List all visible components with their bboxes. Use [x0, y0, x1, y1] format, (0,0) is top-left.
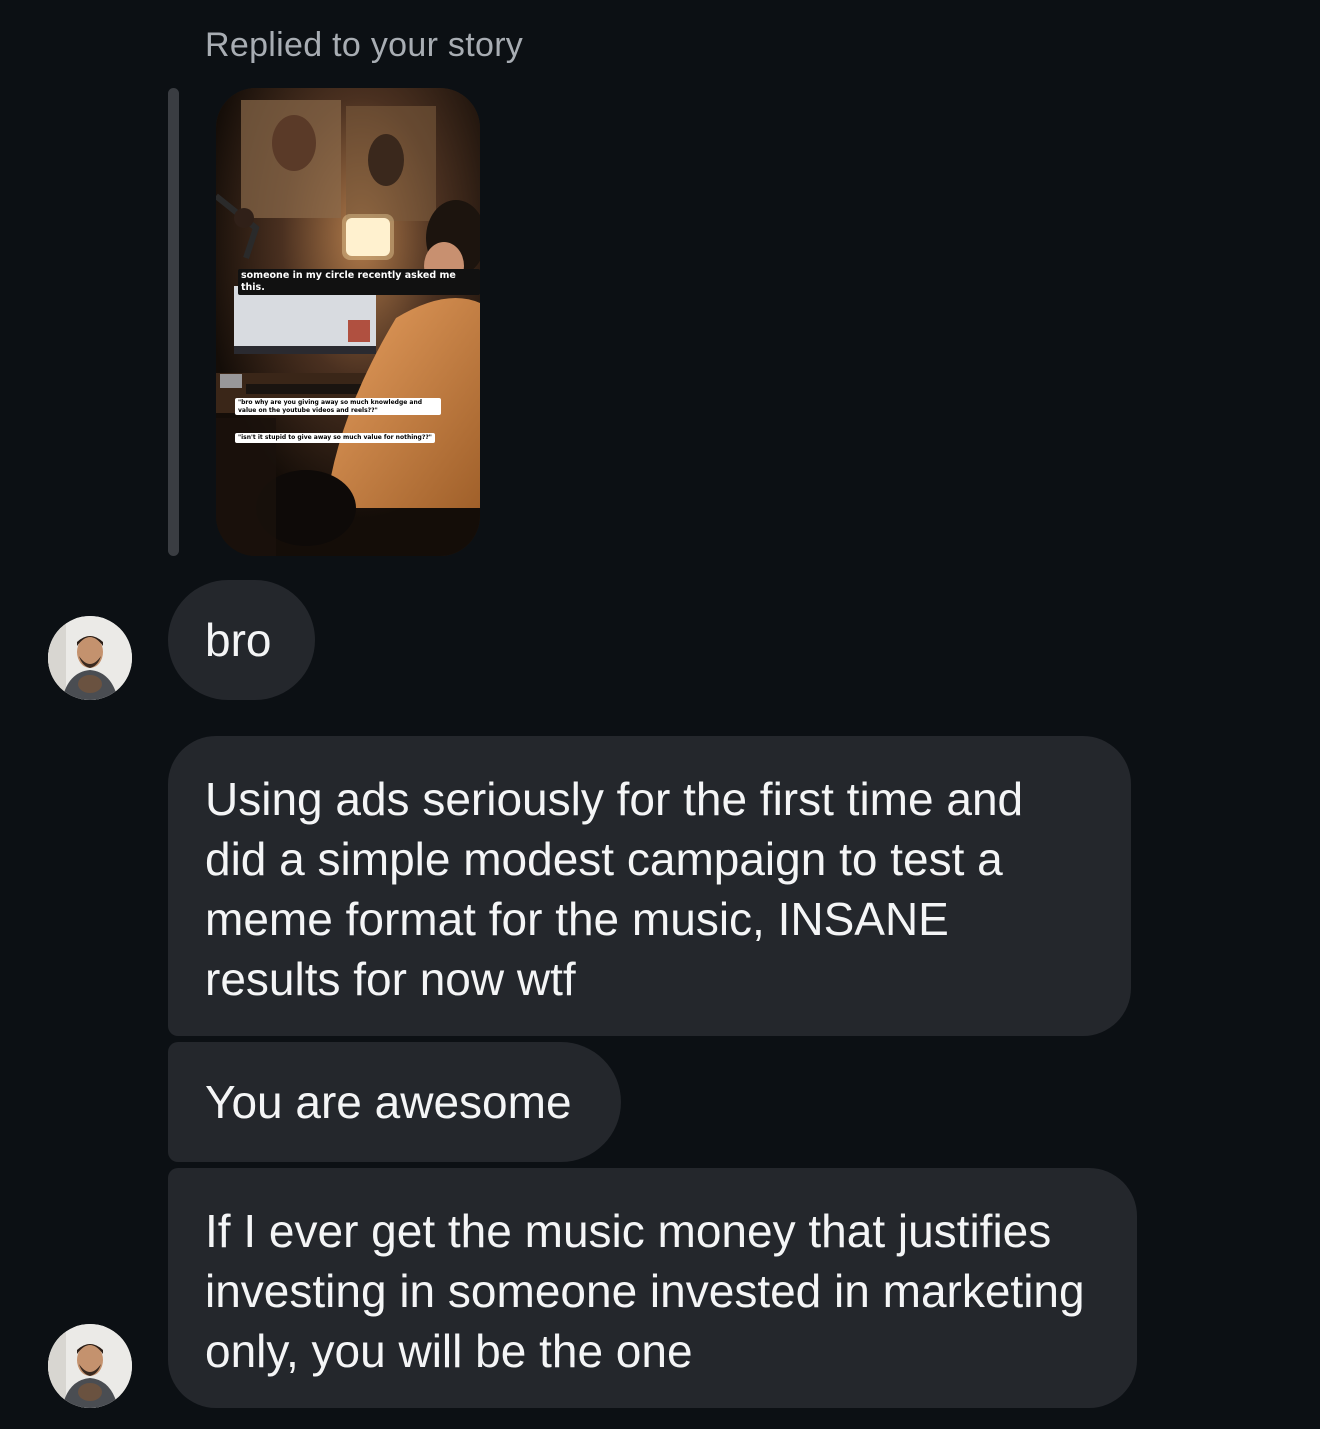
sender-avatar[interactable] — [48, 616, 132, 700]
story-caption-3: "isn't it stupid to give away so much va… — [235, 433, 435, 443]
user-avatar-icon — [48, 1324, 132, 1408]
message-bubble[interactable]: Using ads seriously for the first time a… — [168, 736, 1131, 1036]
message-bubble[interactable]: You are awesome — [168, 1042, 621, 1162]
sender-avatar[interactable] — [48, 1324, 132, 1408]
story-caption-2: "bro why are you giving away so much kno… — [235, 398, 441, 415]
message-text: Using ads seriously for the first time a… — [205, 773, 1024, 1005]
message-bubble[interactable]: bro — [168, 580, 315, 700]
story-reply-label: Replied to your story — [205, 26, 524, 64]
reply-indicator-bar — [168, 88, 179, 556]
message-thread: Replied to your story someone in my circ… — [0, 0, 1320, 1429]
story-caption-1: someone in my circle recently asked me t… — [238, 269, 480, 295]
message-bubble[interactable]: If I ever get the music money that justi… — [168, 1168, 1137, 1408]
message-text: You are awesome — [205, 1076, 572, 1128]
story-thumbnail[interactable]: someone in my circle recently asked me t… — [216, 88, 480, 556]
story-image — [216, 88, 480, 556]
message-text: If I ever get the music money that justi… — [205, 1205, 1085, 1377]
user-avatar-icon — [48, 616, 132, 700]
message-text: bro — [205, 614, 272, 666]
